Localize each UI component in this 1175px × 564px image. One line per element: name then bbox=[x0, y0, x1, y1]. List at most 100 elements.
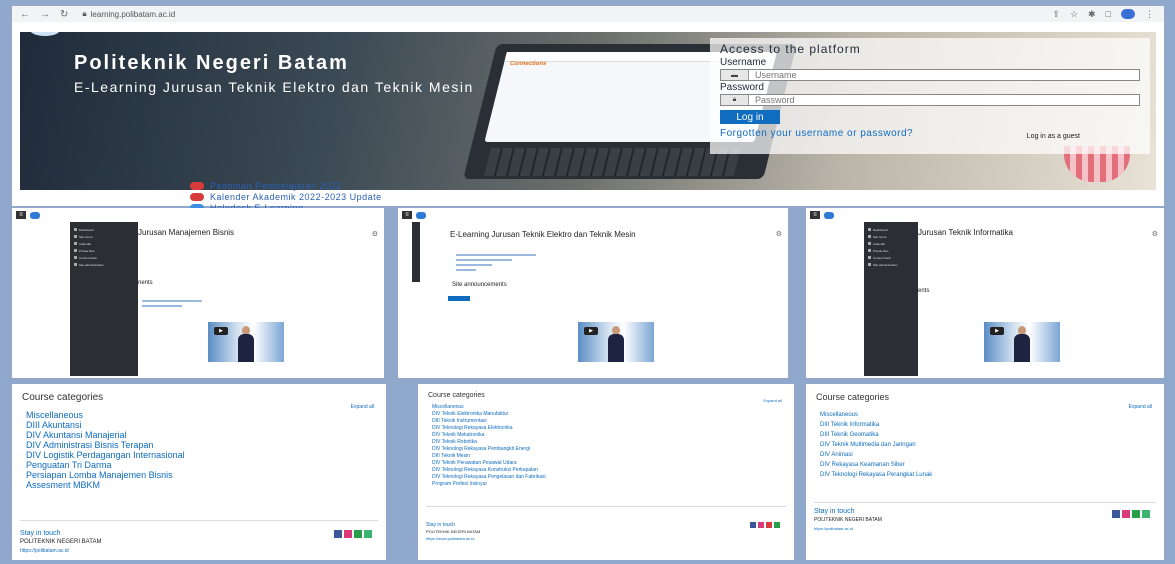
category-item[interactable]: DIII Akuntansi bbox=[26, 420, 185, 430]
video-thumbnail[interactable]: ▶ bbox=[208, 322, 284, 362]
gear-icon[interactable]: ⚙ bbox=[1152, 230, 1158, 238]
drawer-item[interactable]: Site home bbox=[74, 233, 134, 240]
category-item[interactable]: DIV Teknik Mekatronika bbox=[432, 432, 546, 439]
category-item[interactable]: DIII Teknik Mesin bbox=[432, 453, 546, 460]
expand-all-link[interactable]: Expand all bbox=[763, 398, 782, 403]
collage-frame: ← → ↻ 🔒︎ learning.polibatam.ac.id ⇪ ☆ ✱ … bbox=[0, 0, 1175, 564]
login-heading: Access to the platform bbox=[720, 42, 861, 56]
whatsapp-icon[interactable] bbox=[354, 530, 362, 538]
category-item[interactable]: DIV Akuntansi Manajerial bbox=[26, 430, 185, 440]
forward-icon[interactable]: → bbox=[40, 9, 50, 20]
gear-icon[interactable]: ⚙ bbox=[776, 230, 782, 238]
category-item[interactable]: DIII Teknik Geomatika bbox=[820, 430, 932, 440]
category-item[interactable]: Penguatan Tri Darma bbox=[26, 460, 185, 470]
category-item[interactable]: Persiapan Lomba Manajemen Bisnis bbox=[26, 470, 185, 480]
category-item[interactable]: DIII Teknik Instrumentasi bbox=[432, 418, 546, 425]
category-item[interactable]: DIV Rekayasa Keamanan Siber bbox=[820, 460, 932, 470]
category-item[interactable]: DIV Teknik Multimedia dan Jaringan bbox=[820, 440, 932, 450]
expand-all-link[interactable]: Expand all bbox=[1129, 404, 1152, 410]
site-logo bbox=[30, 211, 40, 219]
window-icon[interactable]: □ bbox=[1106, 9, 1111, 19]
user-icon: ▬ bbox=[721, 70, 749, 80]
menu-icon[interactable]: ≡ bbox=[16, 211, 26, 219]
play-icon[interactable]: ▶ bbox=[584, 327, 598, 335]
back-icon[interactable]: ← bbox=[20, 9, 30, 20]
site-subtitle: E-Learning Jurusan Teknik Elektro dan Te… bbox=[74, 79, 474, 95]
facebook-icon[interactable] bbox=[334, 530, 342, 538]
nav-drawer: Dashboard Site home Calendar Private fil… bbox=[70, 222, 138, 376]
category-item[interactable]: Miscellaneous bbox=[820, 410, 932, 420]
drawer-item[interactable]: Content bank bbox=[74, 254, 134, 261]
category-item[interactable]: DIV Teknologi Rekayasa Elektronika bbox=[432, 425, 546, 432]
drawer-item[interactable]: Calendar bbox=[868, 240, 914, 247]
drawer-item[interactable]: Site home bbox=[868, 233, 914, 240]
lock-icon: 🔒︎ bbox=[721, 95, 749, 105]
youtube-icon[interactable] bbox=[766, 522, 772, 528]
add-topic-button[interactable] bbox=[448, 296, 470, 301]
category-item[interactable]: DIV Logistik Perdagangan Internasional bbox=[26, 450, 185, 460]
menu-icon[interactable]: ≡ bbox=[810, 211, 820, 219]
extensions-icon[interactable]: ✱ bbox=[1088, 9, 1096, 20]
star-icon[interactable]: ☆ bbox=[1070, 9, 1078, 20]
instagram-icon[interactable] bbox=[344, 530, 352, 538]
website-link[interactable]: https://polibatam.ac.id bbox=[20, 548, 69, 554]
pdf-icon bbox=[190, 181, 204, 190]
category-item[interactable]: DIV Teknik Robotika bbox=[432, 439, 546, 446]
website-link[interactable]: https://www.polibatam.ac.id bbox=[426, 536, 474, 541]
category-item[interactable]: DIV Teknik Perawatan Pesawat Udara bbox=[432, 460, 546, 467]
category-item[interactable]: Miscellaneous bbox=[26, 410, 185, 420]
linkedin-icon[interactable] bbox=[1142, 510, 1150, 518]
drawer-item[interactable]: Private files bbox=[74, 247, 134, 254]
drawer-item[interactable]: Site administration bbox=[868, 261, 914, 268]
share-icon[interactable]: ⇪ bbox=[1052, 9, 1060, 20]
category-item[interactable]: Program Profesi Insinyur bbox=[432, 481, 546, 488]
drawer-item[interactable]: Dashboard bbox=[868, 226, 914, 233]
drawer-item[interactable]: Content bank bbox=[868, 254, 914, 261]
drawer-item[interactable]: Dashboard bbox=[74, 226, 134, 233]
guest-login-button[interactable]: Log in as a guest bbox=[1027, 133, 1080, 140]
password-input[interactable] bbox=[749, 95, 1139, 105]
category-item[interactable]: DIV Teknologi Rekayasa Konstruksi Perkap… bbox=[432, 467, 546, 474]
nav-drawer: Dashboard Site home Calendar Private fil… bbox=[864, 222, 918, 376]
category-list: Miscellaneous DIII Teknik Informatika DI… bbox=[820, 410, 932, 480]
category-item[interactable]: DIV Teknologi Rekayasa Pengelasan dan Fa… bbox=[432, 474, 546, 481]
facebook-icon[interactable] bbox=[1112, 510, 1120, 518]
facebook-icon[interactable] bbox=[750, 522, 756, 528]
profile-avatar[interactable] bbox=[1121, 9, 1135, 19]
instagram-icon[interactable] bbox=[758, 522, 764, 528]
site-logo bbox=[416, 211, 426, 219]
category-item[interactable]: DIII Teknik Informatika bbox=[820, 420, 932, 430]
username-input[interactable] bbox=[749, 70, 1139, 80]
address-bar[interactable]: 🔒︎ learning.polibatam.ac.id bbox=[82, 9, 175, 19]
play-icon[interactable]: ▶ bbox=[990, 327, 1004, 335]
video-thumbnail[interactable]: ▶ bbox=[578, 322, 654, 362]
drawer-item[interactable]: Calendar bbox=[74, 240, 134, 247]
drawer-item[interactable]: Private files bbox=[868, 247, 914, 254]
website-link[interactable]: https://polibatam.ac.id bbox=[814, 526, 853, 531]
instagram-icon[interactable] bbox=[1122, 510, 1130, 518]
password-label: Password bbox=[720, 82, 764, 93]
category-item[interactable]: DIV Animasi bbox=[820, 450, 932, 460]
page-title: Jurusan Manajemen Bisnis bbox=[138, 228, 235, 237]
category-item[interactable]: DIV Teknik Elektronika Manufaktur bbox=[432, 411, 546, 418]
whatsapp-icon[interactable] bbox=[1132, 510, 1140, 518]
link-pedoman[interactable]: Pedoman Pembelajaran 2022 bbox=[190, 180, 382, 191]
link-kalender[interactable]: Kalender Akademik 2022-2023 Update bbox=[190, 191, 382, 202]
whatsapp-icon[interactable] bbox=[774, 522, 780, 528]
category-item[interactable]: DIV Teknologi Rekayasa Pembangkit Energi bbox=[432, 446, 546, 453]
menu-icon[interactable]: ≡ bbox=[402, 211, 412, 219]
gear-icon[interactable]: ⚙ bbox=[372, 230, 378, 238]
video-thumbnail[interactable]: ▶ bbox=[984, 322, 1060, 362]
expand-all-link[interactable]: Expand all bbox=[351, 404, 374, 410]
category-item[interactable]: Assesment MBKM bbox=[26, 480, 185, 490]
category-item[interactable]: DIV Administrasi Bisnis Terapan bbox=[26, 440, 185, 450]
menu-icon[interactable]: ⋮ bbox=[1145, 9, 1154, 20]
category-item[interactable]: DIV Teknologi Rekayasa Perangkat Lunak bbox=[820, 470, 932, 480]
category-item[interactable]: Miscellaneous bbox=[432, 404, 546, 411]
play-icon[interactable]: ▶ bbox=[214, 327, 228, 335]
linkedin-icon[interactable] bbox=[364, 530, 372, 538]
stay-in-touch: Stay in touch bbox=[20, 530, 61, 537]
drawer-item[interactable]: Site administration bbox=[74, 261, 134, 268]
login-button[interactable]: Log in bbox=[720, 110, 780, 124]
reload-icon[interactable]: ↻ bbox=[60, 9, 68, 20]
